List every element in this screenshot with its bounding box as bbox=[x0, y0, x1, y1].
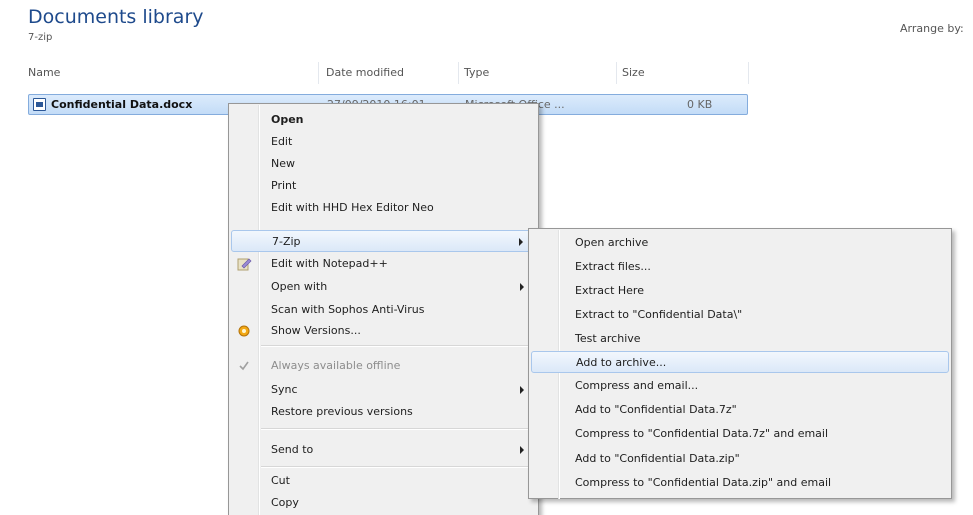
submenu-item-test-archive[interactable]: Test archive bbox=[531, 328, 949, 350]
menu-item-label: Scan with Sophos Anti-Virus bbox=[271, 303, 425, 316]
menu-item-label: Copy bbox=[271, 496, 299, 509]
menu-item-label: Edit with HHD Hex Editor Neo bbox=[271, 201, 434, 214]
menu-item-always-offline[interactable]: Always available offline bbox=[231, 355, 536, 377]
chevron-right-icon bbox=[519, 238, 523, 246]
submenu-item-label: Extract files... bbox=[575, 260, 651, 273]
chevron-right-icon bbox=[520, 386, 524, 394]
menu-item-send-to[interactable]: Send to bbox=[231, 439, 536, 461]
library-subtitle: 7-zip bbox=[28, 32, 53, 43]
submenu-item-add-to-zip[interactable]: Add to "Confidential Data.zip" bbox=[531, 448, 949, 470]
chevron-right-icon bbox=[520, 283, 524, 291]
menu-item-scan-sophos[interactable]: Scan with Sophos Anti-Virus bbox=[231, 299, 536, 321]
submenu-item-label: Extract Here bbox=[575, 284, 644, 297]
file-size: 0 KB bbox=[687, 98, 713, 111]
menu-item-label: New bbox=[271, 157, 295, 170]
menu-item-edit-notepad[interactable]: Edit with Notepad++ bbox=[231, 253, 536, 275]
submenu-item-label: Add to archive... bbox=[576, 356, 667, 369]
menu-item-open-with[interactable]: Open with bbox=[231, 276, 536, 298]
chevron-right-icon bbox=[520, 446, 524, 454]
checkmark-icon bbox=[236, 358, 252, 374]
menu-item-label: Edit with Notepad++ bbox=[271, 257, 388, 270]
show-versions-icon bbox=[236, 323, 252, 339]
submenu-item-label: Test archive bbox=[575, 332, 641, 345]
menu-item-edit[interactable]: Edit bbox=[231, 131, 536, 153]
submenu-item-add-to-archive[interactable]: Add to archive... bbox=[531, 351, 949, 373]
arrange-by-label[interactable]: Arrange by: bbox=[900, 22, 964, 35]
column-headers: Name Date modified Type Size bbox=[0, 58, 973, 86]
menu-separator bbox=[261, 345, 536, 347]
menu-item-open[interactable]: Open bbox=[231, 109, 536, 131]
word-document-icon bbox=[33, 98, 46, 111]
menu-item-label: Sync bbox=[271, 383, 298, 396]
menu-item-label: Cut bbox=[271, 474, 290, 487]
submenu-item-extract-to[interactable]: Extract to "Confidential Data\" bbox=[531, 304, 949, 326]
menu-item-label: Edit bbox=[271, 135, 293, 148]
menu-item-label: Send to bbox=[271, 443, 314, 456]
column-header-date-modified[interactable]: Date modified bbox=[326, 66, 404, 79]
menu-item-label: Print bbox=[271, 179, 297, 192]
menu-item-label: Open with bbox=[271, 280, 328, 293]
submenu-item-label: Add to "Confidential Data.zip" bbox=[575, 452, 740, 465]
submenu-item-label: Open archive bbox=[575, 236, 649, 249]
context-menu: Open Edit New Print Edit with HHD Hex Ed… bbox=[228, 103, 539, 515]
column-header-size[interactable]: Size bbox=[622, 66, 645, 79]
menu-separator bbox=[261, 466, 536, 468]
column-divider[interactable] bbox=[748, 62, 749, 84]
menu-item-label: Restore previous versions bbox=[271, 405, 413, 418]
menu-item-show-versions[interactable]: Show Versions... bbox=[231, 320, 536, 342]
menu-item-edit-hex[interactable]: Edit with HHD Hex Editor Neo bbox=[231, 197, 536, 219]
menu-item-new[interactable]: New bbox=[231, 153, 536, 175]
file-name: Confidential Data.docx bbox=[51, 98, 193, 111]
submenu-item-label: Compress to "Confidential Data.7z" and e… bbox=[575, 427, 829, 440]
submenu-7zip: Open archive Extract files... Extract He… bbox=[528, 228, 952, 499]
column-header-name[interactable]: Name bbox=[28, 66, 60, 79]
menu-item-copy[interactable]: Copy bbox=[231, 492, 536, 514]
submenu-item-label: Compress to "Confidential Data.zip" and … bbox=[575, 476, 832, 489]
submenu-item-label: Compress and email... bbox=[575, 379, 699, 392]
submenu-item-compress-email[interactable]: Compress and email... bbox=[531, 375, 949, 397]
menu-separator bbox=[261, 428, 536, 430]
column-divider[interactable] bbox=[616, 62, 617, 84]
menu-item-label: Open bbox=[271, 113, 304, 126]
menu-item-print[interactable]: Print bbox=[231, 175, 536, 197]
submenu-item-compress-zip-email[interactable]: Compress to "Confidential Data.zip" and … bbox=[531, 472, 949, 494]
notepad-plus-plus-icon bbox=[236, 256, 252, 272]
column-divider[interactable] bbox=[318, 62, 319, 84]
submenu-item-extract-here[interactable]: Extract Here bbox=[531, 280, 949, 302]
submenu-item-label: Add to "Confidential Data.7z" bbox=[575, 403, 737, 416]
menu-item-label: Always available offline bbox=[271, 359, 401, 372]
menu-item-cut[interactable]: Cut bbox=[231, 470, 536, 492]
menu-item-restore-versions[interactable]: Restore previous versions bbox=[231, 401, 536, 423]
menu-item-sync[interactable]: Sync bbox=[231, 379, 536, 401]
library-title: Documents library bbox=[28, 6, 204, 28]
submenu-item-open-archive[interactable]: Open archive bbox=[531, 232, 949, 254]
submenu-item-label: Extract to "Confidential Data\" bbox=[575, 308, 743, 321]
submenu-item-compress-7z-email[interactable]: Compress to "Confidential Data.7z" and e… bbox=[531, 423, 949, 445]
column-header-type[interactable]: Type bbox=[464, 66, 489, 79]
menu-item-7zip[interactable]: 7-Zip bbox=[231, 230, 536, 252]
menu-item-label: Show Versions... bbox=[271, 324, 361, 337]
menu-item-label: 7-Zip bbox=[272, 235, 301, 248]
column-divider[interactable] bbox=[458, 62, 459, 84]
submenu-item-add-to-7z[interactable]: Add to "Confidential Data.7z" bbox=[531, 399, 949, 421]
submenu-item-extract-files[interactable]: Extract files... bbox=[531, 256, 949, 278]
